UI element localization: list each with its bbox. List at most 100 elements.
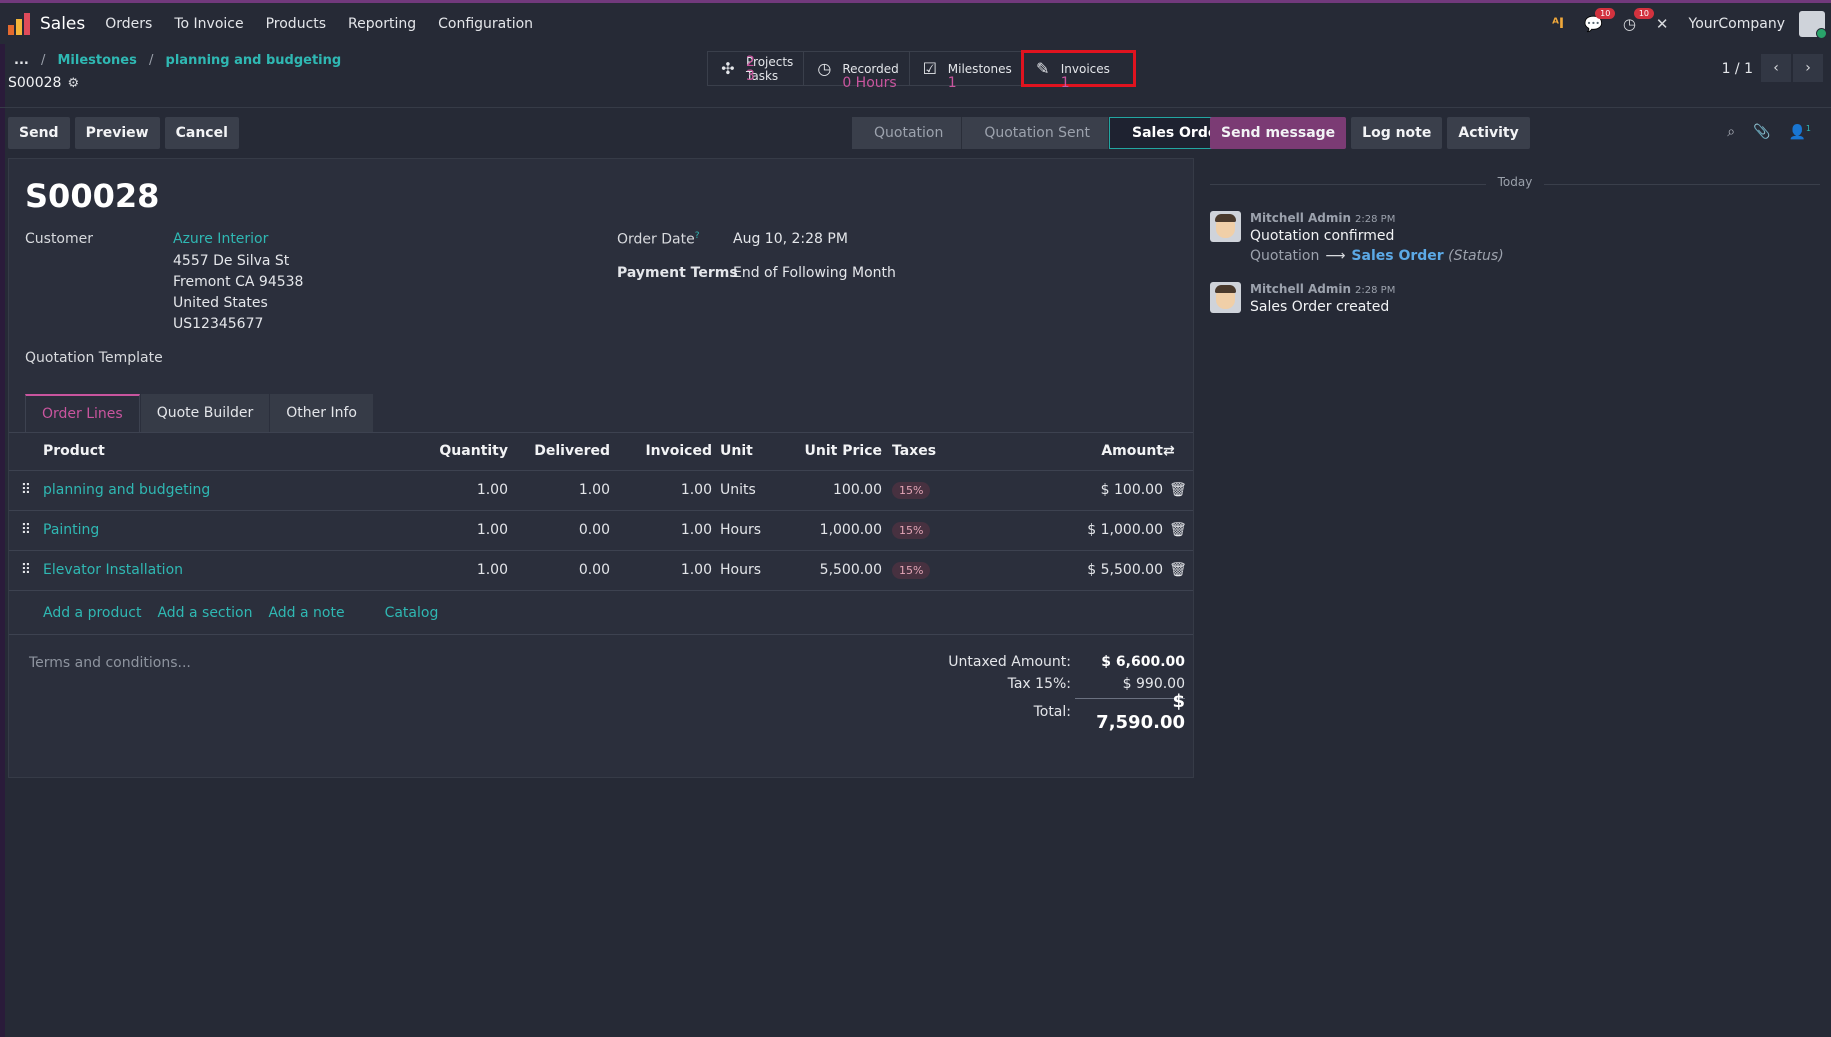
preview-button[interactable]: Preview — [74, 117, 160, 149]
followers-icon[interactable]: 👤1 — [1788, 124, 1811, 141]
line-quantity[interactable]: 1.00 — [373, 550, 508, 591]
recorded-smart-button[interactable]: ◷ Recorded 0 Hours — [804, 52, 910, 90]
line-unit[interactable]: Hours — [712, 550, 788, 591]
user-avatar[interactable] — [1799, 10, 1827, 39]
col-delivered[interactable]: Delivered — [508, 432, 610, 471]
customer-link[interactable]: Azure Interior — [173, 231, 268, 247]
invoices-smart-button[interactable]: ✎ Invoices 1 — [1020, 50, 1136, 90]
col-unit-price[interactable]: Unit Price — [788, 432, 882, 471]
drag-handle-icon[interactable]: ⠿ — [9, 510, 43, 551]
add-note-link[interactable]: Add a note — [268, 605, 344, 621]
line-product[interactable]: Painting — [43, 510, 373, 551]
avatar[interactable] — [1210, 211, 1241, 242]
tax-badge[interactable]: 15% — [892, 521, 931, 539]
puzzle-icon: ✣ — [721, 58, 735, 78]
message-author[interactable]: Mitchell Admin 2:28 PM — [1250, 211, 1820, 225]
cancel-button[interactable]: Cancel — [164, 117, 239, 149]
line-unit-price[interactable]: 1,000.00 — [788, 510, 882, 551]
payment-terms-value[interactable]: End of Following Month — [733, 265, 896, 281]
tab-quote-builder[interactable]: Quote Builder — [140, 394, 270, 432]
add-line-links: Add a product Add a section Add a note C… — [43, 605, 454, 621]
col-unit[interactable]: Unit — [712, 432, 788, 471]
status-quotation-sent[interactable]: Quotation Sent — [962, 117, 1109, 149]
line-invoiced: 1.00 — [610, 510, 712, 551]
pager-previous-button[interactable]: ‹ — [1761, 54, 1791, 82]
col-product[interactable]: Product — [43, 432, 373, 471]
line-product[interactable]: Elevator Installation — [43, 550, 373, 591]
recorded-label: Recorded — [842, 61, 899, 76]
line-quantity[interactable]: 1.00 — [373, 510, 508, 551]
table-row[interactable]: ⠿ Elevator Installation 1.00 0.00 1.00 H… — [9, 550, 1193, 591]
message-author[interactable]: Mitchell Admin 2:28 PM — [1250, 282, 1820, 296]
chat-icon[interactable]: 💬 10 — [1584, 7, 1616, 33]
add-product-link[interactable]: Add a product — [43, 605, 141, 621]
clock-icon: ◷ — [817, 58, 832, 78]
avatar[interactable] — [1210, 282, 1241, 313]
line-unit-price[interactable]: 100.00 — [788, 470, 882, 511]
drag-handle-icon[interactable]: ⠿ — [9, 550, 43, 591]
company-switcher[interactable]: YourCompany — [1689, 16, 1786, 32]
message-body: Quotation confirmed — [1250, 228, 1395, 244]
tax-badge[interactable]: 15% — [892, 481, 931, 499]
line-quantity[interactable]: 1.00 — [373, 470, 508, 511]
pager-next-button[interactable]: › — [1793, 54, 1823, 82]
trash-icon[interactable]: 🗑 — [1163, 470, 1193, 511]
catalog-link[interactable]: Catalog — [385, 605, 439, 621]
ai-icon[interactable]: ᴬI — [1552, 16, 1564, 32]
table-row[interactable]: ⠿ Painting 1.00 0.00 1.00 Hours 1,000.00… — [9, 510, 1193, 551]
left-edge-bar — [0, 0, 5, 1037]
tab-other-info[interactable]: Other Info — [270, 394, 373, 432]
line-unit[interactable]: Units — [712, 470, 788, 511]
column-settings-icon[interactable]: ⇄ — [1163, 432, 1193, 471]
menu-to-invoice[interactable]: To Invoice — [174, 16, 243, 32]
line-invoiced: 1.00 — [610, 470, 712, 511]
menu-configuration[interactable]: Configuration — [438, 16, 533, 32]
order-date-value[interactable]: Aug 10, 2:28 PM — [733, 231, 848, 247]
activity-clock-icon[interactable]: ◷ 10 — [1623, 7, 1655, 33]
breadcrumb-planning[interactable]: planning and budgeting — [166, 53, 342, 68]
help-icon[interactable]: ? — [695, 231, 700, 241]
order-date-label-text: Order Date — [617, 231, 695, 248]
col-amount[interactable]: Amount — [1042, 432, 1163, 471]
line-delivered[interactable]: 0.00 — [508, 510, 610, 551]
menu-orders[interactable]: Orders — [105, 16, 152, 32]
status-quotation[interactable]: Quotation — [852, 117, 963, 149]
debug-tools-icon[interactable]: ✕ — [1656, 15, 1669, 33]
trash-icon[interactable]: 🗑 — [1163, 550, 1193, 591]
menu-products[interactable]: Products — [266, 16, 326, 32]
search-icon[interactable]: ⌕ — [1727, 124, 1735, 141]
drag-handle-icon[interactable]: ⠿ — [9, 470, 43, 511]
line-unit[interactable]: Hours — [712, 510, 788, 551]
author-name[interactable]: Mitchell Admin — [1250, 282, 1351, 296]
date-separator: Today — [1210, 175, 1820, 193]
tax-badge[interactable]: 15% — [892, 561, 931, 579]
order-lines-table: Product Quantity Delivered Invoiced Unit… — [9, 432, 1193, 591]
menu-reporting[interactable]: Reporting — [348, 16, 416, 32]
milestones-smart-button[interactable]: ☑ Milestones 1 — [910, 52, 1023, 90]
col-invoiced[interactable]: Invoiced — [610, 432, 712, 471]
table-row[interactable]: ⠿ planning and budgeting 1.00 1.00 1.00 … — [9, 470, 1193, 511]
add-section-link[interactable]: Add a section — [157, 605, 252, 621]
paperclip-icon[interactable]: 📎 — [1753, 124, 1770, 141]
activity-button[interactable]: Activity — [1447, 117, 1530, 149]
col-quantity[interactable]: Quantity — [373, 432, 508, 471]
breadcrumb-milestones[interactable]: Milestones — [58, 53, 137, 68]
line-delivered[interactable]: 0.00 — [508, 550, 610, 591]
terms-input[interactable]: Terms and conditions... — [29, 655, 191, 671]
breadcrumb-ellipsis[interactable]: ... — [14, 53, 29, 68]
line-delivered[interactable]: 1.00 — [508, 470, 610, 511]
author-name[interactable]: Mitchell Admin — [1250, 211, 1351, 225]
col-taxes[interactable]: Taxes — [882, 432, 1042, 471]
line-unit-price[interactable]: 5,500.00 — [788, 550, 882, 591]
line-product[interactable]: planning and budgeting — [43, 470, 373, 511]
trash-icon[interactable]: 🗑 — [1163, 510, 1193, 551]
sales-app-icon[interactable] — [8, 12, 30, 35]
tab-order-lines[interactable]: Order Lines — [25, 394, 140, 432]
projects-smart-button[interactable]: ✣ 2 Projects 3 Tasks — [708, 52, 805, 85]
send-button[interactable]: Send — [8, 117, 70, 149]
chevron-left-icon: ‹ — [1773, 60, 1779, 76]
app-name[interactable]: Sales — [40, 14, 85, 34]
send-message-button[interactable]: Send message — [1210, 117, 1347, 149]
log-note-button[interactable]: Log note — [1351, 117, 1443, 149]
gear-icon[interactable]: ⚙ — [67, 76, 79, 91]
